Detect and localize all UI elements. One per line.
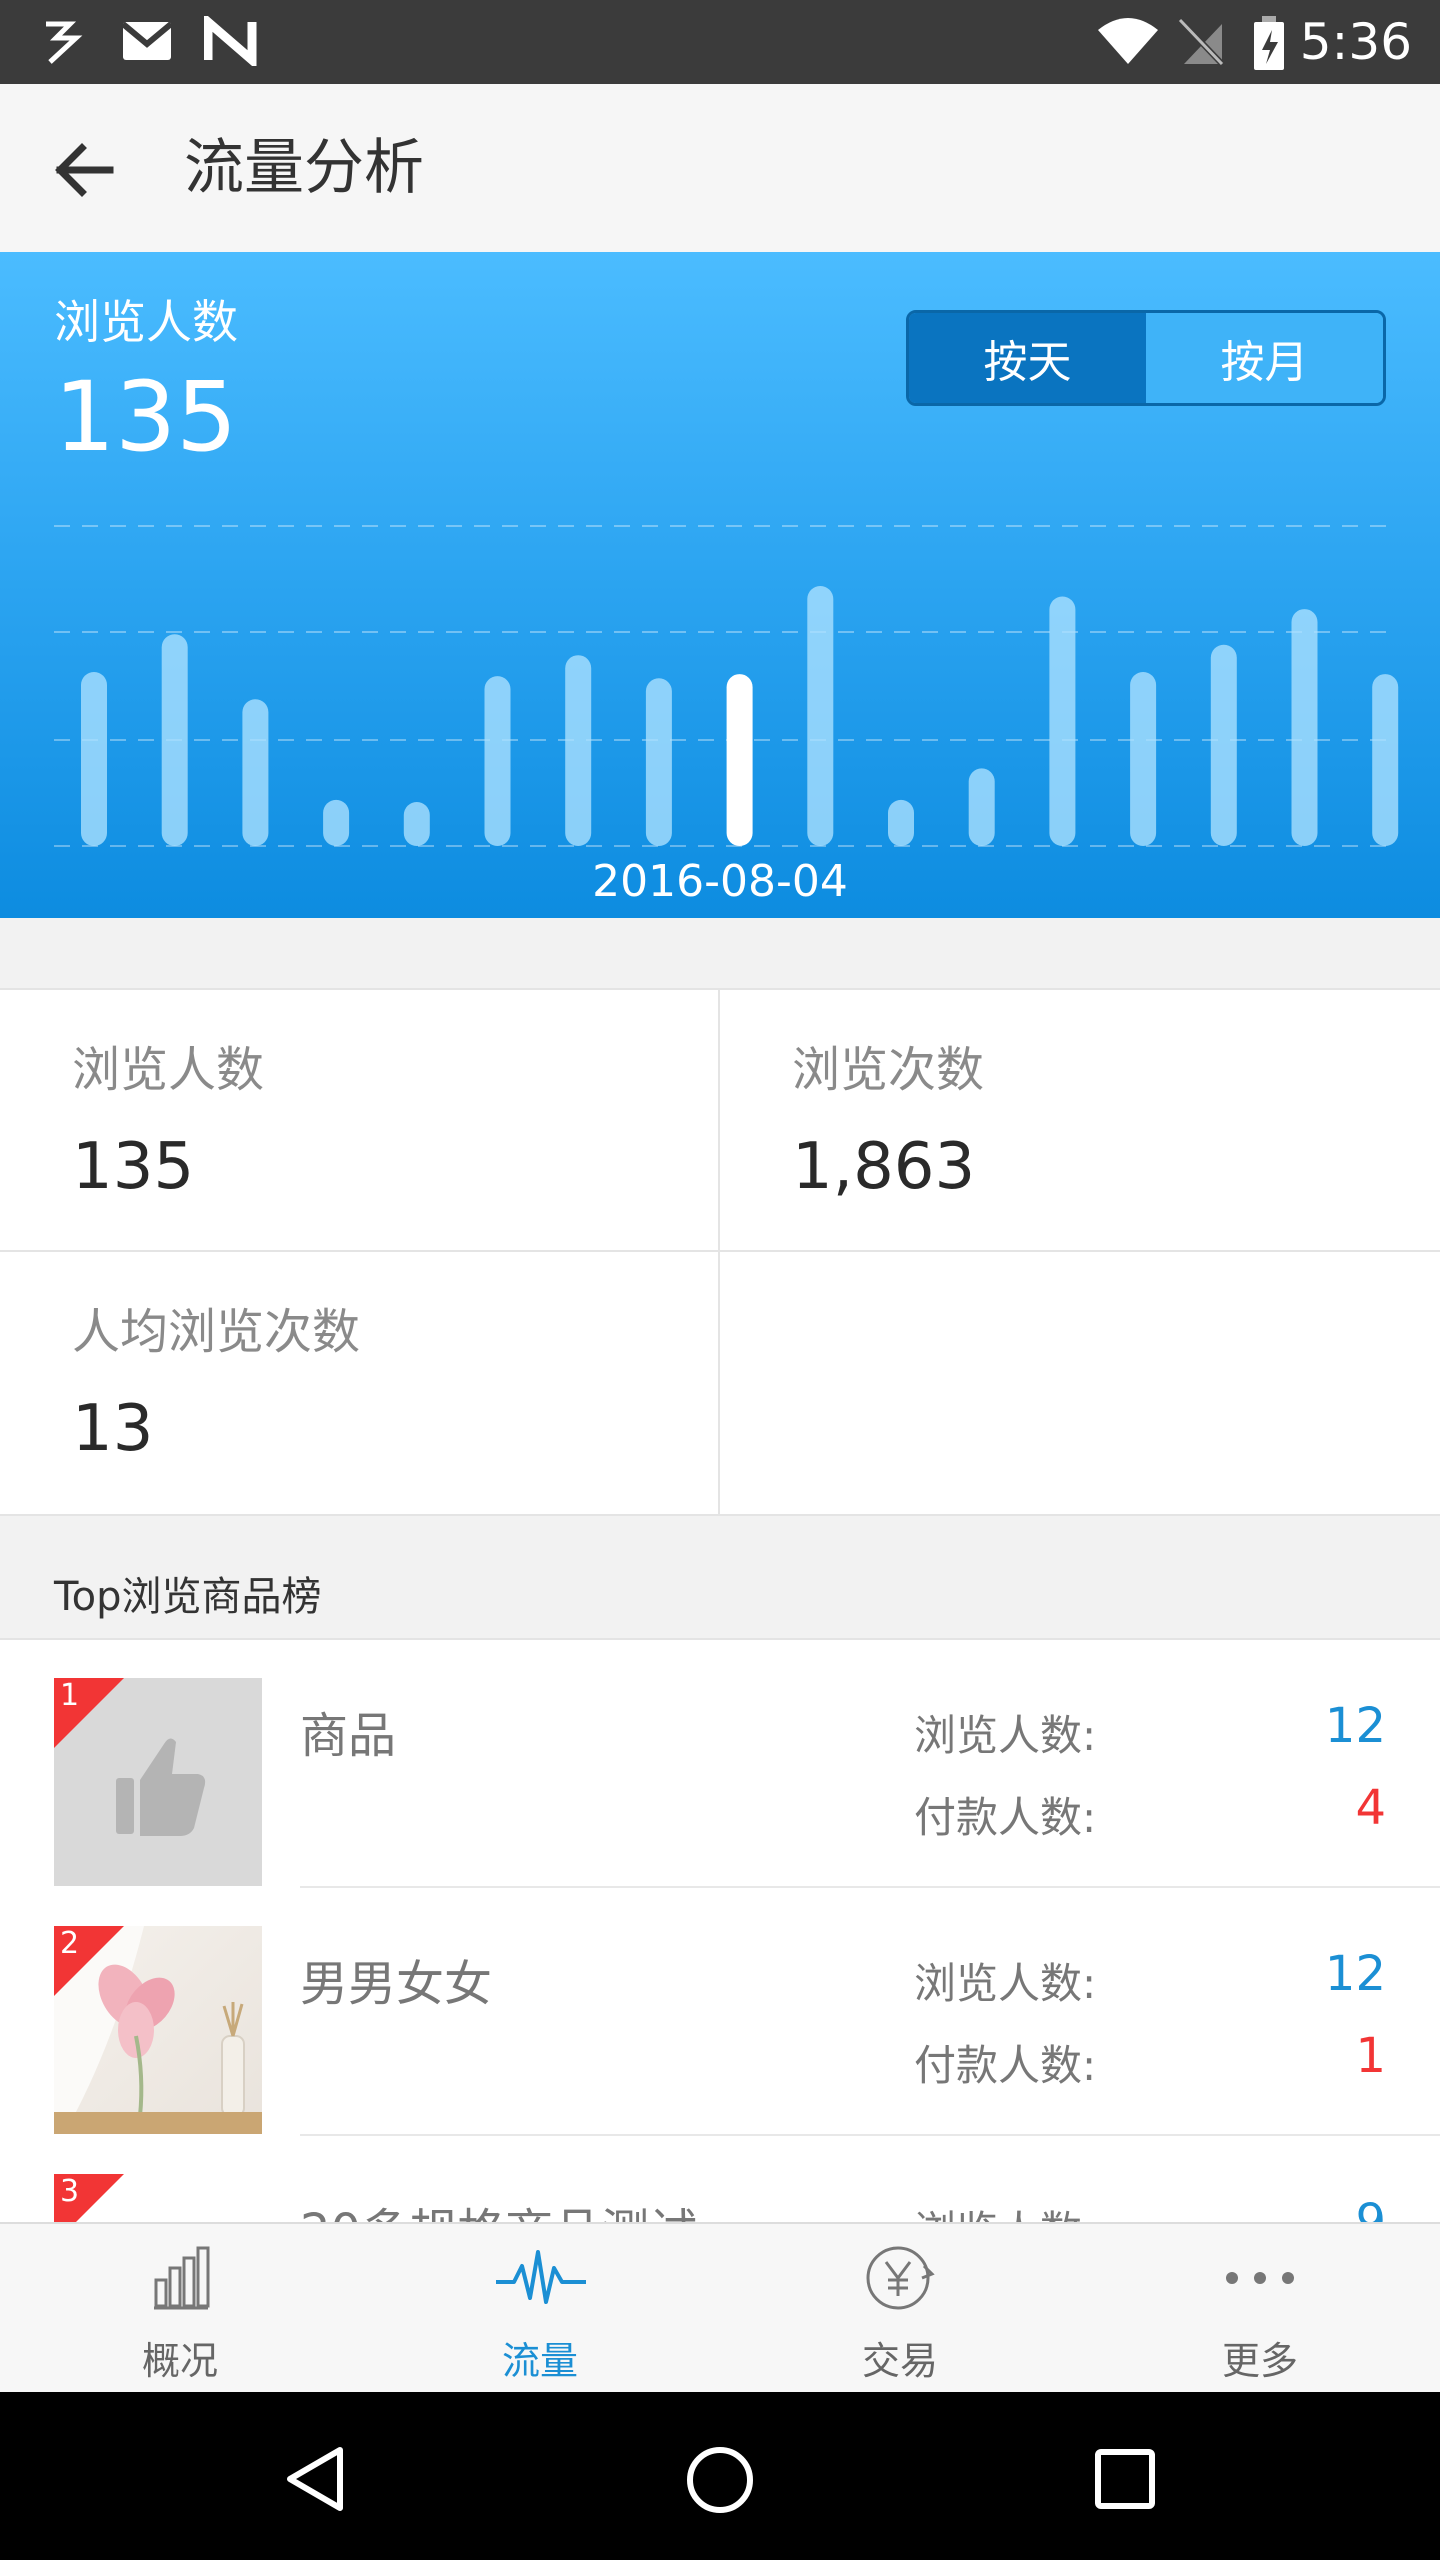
nav-label: 交易	[861, 2339, 938, 2383]
chart-bar-selected[interactable]	[726, 674, 753, 846]
chart-bar[interactable]	[1049, 596, 1076, 846]
views-label: 浏览人数:	[914, 1711, 1097, 1760]
divider	[718, 990, 720, 1514]
chart-bar[interactable]	[323, 799, 350, 846]
stat-value: 135	[72, 1130, 195, 1204]
no-signal-icon	[1178, 18, 1226, 68]
rank-number: 1	[60, 1678, 80, 1713]
nav-trade[interactable]: 交易	[720, 2224, 1080, 2394]
product-name: 男男女女	[300, 1956, 493, 2012]
product-row[interactable]: 3 20多规格商品测试 浏览人数: 9	[0, 2136, 1440, 2224]
system-navigation-bar	[0, 2392, 1440, 2560]
app-notification-icon	[46, 21, 83, 64]
chart-bar[interactable]	[888, 799, 914, 846]
nav-label: 流量	[501, 2339, 578, 2383]
gmail-icon	[121, 21, 173, 60]
n-app-icon	[204, 16, 257, 66]
top-products-list: 1 商品 浏览人数: 付款人数: 12 4 2 男男女女 浏览人数: 付款人数:…	[0, 1638, 1440, 2224]
chart-bar[interactable]	[1130, 671, 1157, 846]
top-products-title: Top浏览商品榜	[54, 1574, 322, 1620]
product-name: 20多规格商品测试	[300, 2192, 697, 2224]
chart-bar[interactable]	[565, 655, 592, 846]
chart-bar[interactable]	[403, 801, 430, 846]
product-row[interactable]: 1 商品 浏览人数: 付款人数: 12 4	[0, 1640, 1440, 1888]
views-value: 12	[1324, 1946, 1386, 2002]
rank-number: 3	[60, 2174, 80, 2209]
back-triangle-icon[interactable]	[282, 2444, 348, 2514]
status-bar: 5:36	[0, 0, 1440, 84]
app-bar: 流量分析	[0, 84, 1440, 252]
divider	[0, 1250, 1440, 1252]
page-title: 流量分析	[184, 133, 424, 203]
chart-bar[interactable]	[242, 699, 269, 846]
bar-chart-icon	[154, 2246, 210, 2310]
chart-selected-date: 2016-08-04	[592, 856, 848, 907]
nav-overview[interactable]: 概况	[0, 2224, 360, 2394]
status-time: 5:36	[1299, 13, 1412, 71]
rank-number: 2	[60, 1926, 80, 1961]
home-circle-icon[interactable]	[684, 2444, 756, 2516]
views-label: 浏览人数:	[914, 2198, 1096, 2224]
chart-bar[interactable]	[1372, 674, 1399, 846]
nav-label: 更多	[1221, 2339, 1298, 2383]
paid-label: 付款人数:	[914, 2041, 1097, 2090]
more-dots-icon	[1226, 2272, 1294, 2284]
stat-pageviews: 浏览次数 1,863	[720, 990, 1438, 1250]
paid-value: 4	[1355, 1780, 1386, 1836]
chart-bar[interactable]	[81, 671, 107, 846]
back-arrow-icon[interactable]	[48, 134, 120, 206]
bottom-navigation: 概况 流量 交易 更多	[0, 2222, 1440, 2394]
traffic-bar-chart[interactable]	[0, 252, 1440, 852]
paid-value: 1	[1355, 2028, 1386, 2084]
stat-value: 13	[72, 1392, 154, 1466]
pulse-icon	[496, 2250, 586, 2304]
chart-bar[interactable]	[807, 586, 834, 846]
product-row[interactable]: 2 男男女女 浏览人数: 付款人数: 12 1	[0, 1888, 1440, 2136]
wifi-icon	[1098, 18, 1158, 64]
views-value: 12	[1324, 1698, 1386, 1754]
stat-avg-views: 人均浏览次数 13	[0, 1252, 718, 1512]
nav-traffic[interactable]: 流量	[360, 2224, 720, 2394]
product-name: 商品	[300, 1708, 397, 1764]
chart-bar[interactable]	[1291, 609, 1318, 846]
yuan-exchange-icon	[866, 2246, 935, 2310]
paid-label: 付款人数:	[914, 1793, 1097, 1842]
nav-more[interactable]: 更多	[1080, 2224, 1440, 2394]
chart-bar[interactable]	[161, 634, 188, 846]
battery-charging-icon	[1254, 16, 1284, 70]
stat-label: 人均浏览次数	[72, 1304, 361, 1360]
stat-label: 浏览次数	[792, 1042, 985, 1098]
recents-square-icon[interactable]	[1094, 2448, 1156, 2510]
chart-bar[interactable]	[968, 768, 995, 846]
views-value: 9	[1355, 2194, 1386, 2224]
stat-value: 1,863	[792, 1130, 976, 1204]
chart-bar[interactable]	[1210, 644, 1237, 846]
stats-grid: 浏览人数 135 浏览次数 1,863 人均浏览次数 13	[0, 988, 1440, 1516]
stat-visitors: 浏览人数 135	[0, 990, 718, 1250]
views-label: 浏览人数:	[914, 1959, 1097, 2008]
chart-bar[interactable]	[484, 676, 511, 846]
chart-bar[interactable]	[645, 678, 672, 846]
stat-label: 浏览人数	[72, 1042, 265, 1098]
nav-label: 概况	[141, 2339, 218, 2383]
